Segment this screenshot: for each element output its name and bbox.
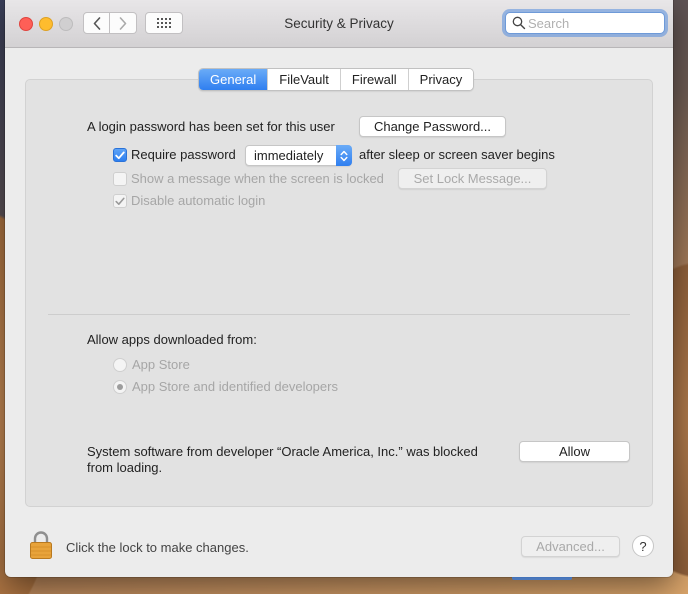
checkmark-icon (115, 197, 125, 205)
radio-app-store-label: App Store (132, 357, 190, 372)
require-password-select-value: immediately (254, 148, 324, 163)
require-password-checkbox[interactable] (113, 148, 127, 162)
help-button[interactable]: ? (632, 535, 654, 557)
search-input[interactable] (526, 15, 658, 31)
lock-icon[interactable] (29, 530, 53, 560)
lock-status-text: Click the lock to make changes. (66, 540, 249, 555)
search-icon (512, 16, 526, 30)
allow-button[interactable]: Allow (519, 441, 630, 462)
search-field[interactable] (505, 12, 665, 34)
tab-filevault[interactable]: FileVault (268, 69, 341, 90)
tab-privacy[interactable]: Privacy (408, 69, 474, 90)
titlebar: Security & Privacy (5, 0, 673, 48)
dock-indicator (512, 577, 572, 580)
radio-app-store[interactable] (113, 358, 127, 372)
set-lock-message-button[interactable]: Set Lock Message... (398, 168, 547, 189)
tab-firewall[interactable]: Firewall (340, 69, 409, 90)
require-password-label: Require password (131, 147, 236, 162)
blocked-software-text-line1: System software from developer “Oracle A… (87, 444, 478, 459)
radio-app-store-identified[interactable] (113, 380, 127, 394)
allow-apps-heading: Allow apps downloaded from: (87, 332, 257, 347)
checkmark-icon (115, 151, 125, 159)
show-message-checkbox[interactable] (113, 172, 127, 186)
show-message-label: Show a message when the screen is locked (131, 171, 384, 186)
login-password-text: A login password has been set for this u… (87, 119, 335, 134)
require-password-select[interactable]: immediately (245, 145, 352, 166)
advanced-button[interactable]: Advanced... (521, 536, 620, 557)
up-down-arrows-icon (336, 145, 352, 166)
tab-general[interactable]: General (199, 69, 269, 90)
after-sleep-text: after sleep or screen saver begins (359, 147, 555, 162)
disable-auto-login-checkbox[interactable] (113, 194, 127, 208)
preferences-window: Security & Privacy General FileVault Fir… (5, 0, 673, 577)
section-divider (48, 314, 630, 315)
radio-app-store-identified-label: App Store and identified developers (132, 379, 338, 394)
tab-bar: General FileVault Firewall Privacy (198, 68, 475, 91)
change-password-button[interactable]: Change Password... (359, 116, 506, 137)
blocked-software-text-line2: from loading. (87, 460, 163, 475)
disable-auto-login-label: Disable automatic login (131, 193, 266, 208)
